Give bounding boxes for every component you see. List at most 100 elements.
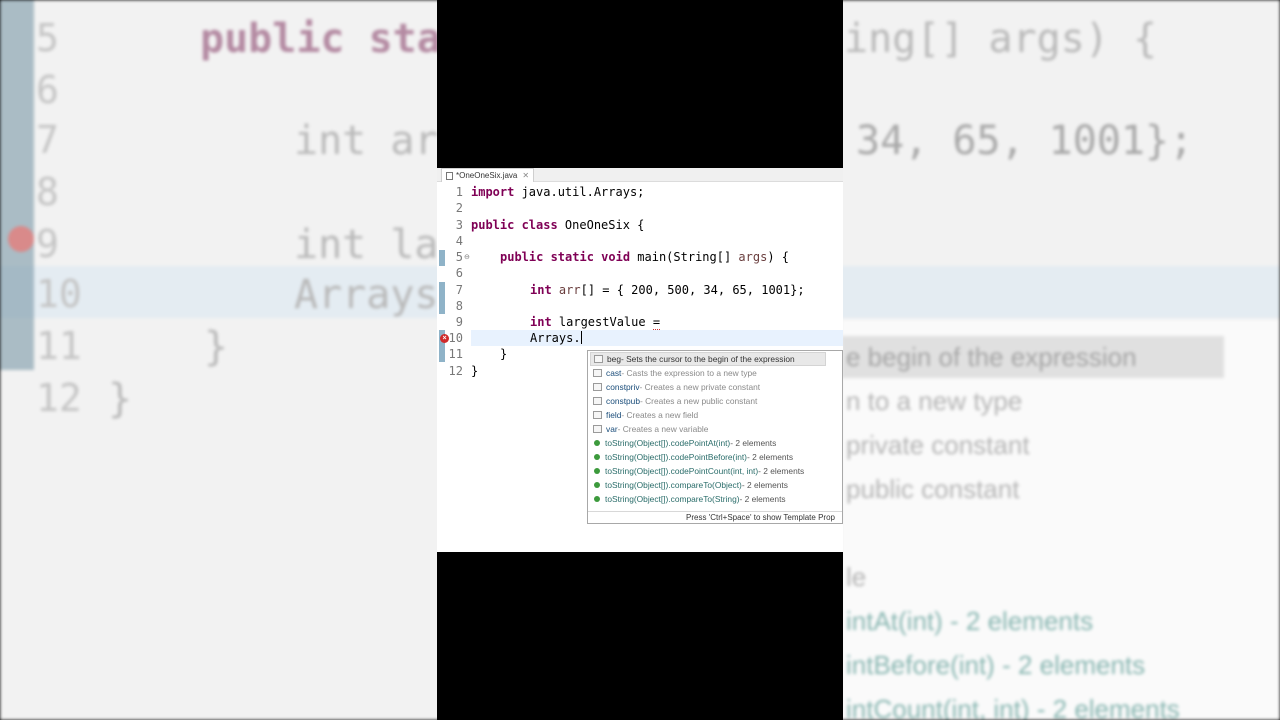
proposal-item[interactable]: toString(Object[]).codePointAt(int) - 2 … <box>590 436 826 450</box>
proposal-desc: - Casts the expression to a new type <box>621 368 757 378</box>
template-icon <box>593 411 602 419</box>
code-text: } <box>500 347 508 361</box>
method-icon <box>594 440 600 446</box>
current-line-highlight <box>471 330 843 346</box>
bg-code-text: } <box>204 324 229 370</box>
keyword: int <box>530 315 552 329</box>
close-icon[interactable]: ✕ <box>522 171 529 180</box>
keyword: public class <box>471 218 558 232</box>
code-text: main(String[] <box>630 250 739 264</box>
proposal-item[interactable]: toString(Object[]).codePointBefore(int) … <box>590 450 826 464</box>
bg-line-number: 5 <box>36 16 59 60</box>
bg-code-text: Arrays <box>294 272 439 318</box>
proposal-desc: - 2 elements <box>739 494 786 504</box>
java-file-icon <box>446 171 453 180</box>
proposal-desc: - Creates a new public constant <box>640 396 758 406</box>
proposal-item[interactable]: constpub - Creates a new public constant <box>590 394 826 408</box>
proposal-item[interactable]: toString(Object[]).compareTo(String) - 2… <box>590 492 826 506</box>
template-icon <box>594 355 603 363</box>
code-line-11[interactable]: } <box>500 346 507 362</box>
code-text: Arrays. <box>530 331 581 345</box>
letterbox-bottom <box>437 552 843 720</box>
editor-tab[interactable]: *OneOneSix.java ✕ <box>441 168 535 182</box>
change-marker <box>439 282 445 314</box>
code-line-9[interactable]: int largestValue = <box>530 314 661 330</box>
method-icon <box>594 468 600 474</box>
method-icon <box>594 454 600 460</box>
proposal-name: toString(Object[]).codePointAt(int) <box>605 438 731 448</box>
proposal-desc: - Creates a new field <box>621 410 699 420</box>
proposal-name: field <box>606 410 622 420</box>
method-icon <box>594 482 600 488</box>
proposal-name: beg <box>607 354 621 364</box>
template-icon <box>593 383 602 391</box>
code-line-5[interactable]: public static void main(String[] args) { <box>500 249 789 265</box>
bg-popup-text: intBefore(int) - 2 elements <box>846 650 1146 680</box>
bg-code-text: ing[] args) { <box>844 16 1158 62</box>
fold-icon[interactable]: ⊖ <box>464 253 470 261</box>
bg-code-text: } <box>108 376 133 422</box>
line-number: 5 <box>455 250 463 264</box>
proposal-name: constpub <box>606 396 640 406</box>
change-marker <box>439 250 445 266</box>
tab-title: *OneOneSix.java <box>456 171 518 180</box>
proposal-item[interactable]: constpriv - Creates a new private consta… <box>590 380 826 394</box>
line-number: 2 <box>455 201 463 215</box>
code-text: ) { <box>767 250 790 264</box>
code-text: OneOneSix { <box>557 218 645 232</box>
line-number: 7 <box>455 283 463 297</box>
bg-code-text: 34, 65, 1001}; <box>856 118 1194 164</box>
bg-popup-text: n to a new type <box>846 386 1023 416</box>
proposal-name: toString(Object[]).compareTo(Object) <box>605 480 742 490</box>
code-line-12[interactable]: } <box>471 363 478 379</box>
proposal-name: toString(Object[]).codePointCount(int, i… <box>605 466 759 476</box>
bg-popup-text: intAt(int) - 2 elements <box>846 606 1094 636</box>
bg-popup-text: private constant <box>846 430 1030 460</box>
bg-error-icon <box>8 226 34 252</box>
code-text: largestValue <box>551 315 653 329</box>
proposal-desc: - 2 elements <box>741 480 788 490</box>
proposal-desc: - 2 elements <box>758 466 805 476</box>
bg-change-bar <box>0 0 34 370</box>
line-number: 1 <box>455 185 463 199</box>
bg-code-text: int ar <box>294 118 439 164</box>
code-text: java.util.Arrays; <box>514 185 645 199</box>
popup-footer-hint: Press 'Ctrl+Space' to show Template Prop <box>588 511 842 523</box>
proposal-item[interactable]: var - Creates a new variable <box>590 422 826 436</box>
proposal-name: cast <box>606 368 622 378</box>
bg-line-number: 12 <box>36 376 82 420</box>
line-number: 4 <box>455 234 463 248</box>
bg-line-number: 6 <box>36 68 59 112</box>
bg-line-number: 7 <box>36 118 59 162</box>
line-number: 9 <box>455 315 463 329</box>
bg-line-number: 9 <box>36 222 59 266</box>
line-number: 6 <box>455 266 463 280</box>
proposal-item[interactable]: beg - Sets the cursor to the begin of th… <box>590 352 826 366</box>
code-line-7[interactable]: int arr[] = { 200, 500, 34, 65, 1001}; <box>530 282 805 298</box>
error-underline: = <box>652 315 661 330</box>
bg-popup-text: intCount(int, int) - 2 elements <box>846 694 1180 720</box>
proposal-item[interactable]: cast - Casts the expression to a new typ… <box>590 366 826 380</box>
content-assist-popup: beg - Sets the cursor to the begin of th… <box>587 350 843 524</box>
line-number-ruler: × 1 2 3 4 5 ⊖ 6 7 8 9 10 11 12 <box>437 184 470 552</box>
code-line-3[interactable]: public class OneOneSix { <box>471 217 644 233</box>
keyword: public static void <box>500 250 631 264</box>
code-text: } <box>471 364 479 378</box>
variable: arr <box>558 283 581 297</box>
line-number: 8 <box>455 299 463 313</box>
proposal-item[interactable]: toString(Object[]).codePointCount(int, i… <box>590 464 826 478</box>
bg-popup-text: e begin of the expression <box>846 342 1137 372</box>
proposal-item[interactable]: toString(Object[]).compareTo(Object) - 2… <box>590 478 826 492</box>
line-number: 3 <box>455 218 463 232</box>
code-line-1[interactable]: import java.util.Arrays; <box>471 184 644 200</box>
line-number: 12 <box>448 364 463 378</box>
proposal-desc: - Creates a new private constant <box>639 382 761 392</box>
template-icon <box>593 397 602 405</box>
proposal-item[interactable]: field - Creates a new field <box>590 408 826 422</box>
parameter: args <box>738 250 768 264</box>
bg-line-number: 8 <box>36 170 59 214</box>
keyword: int <box>530 283 552 297</box>
code-line-10[interactable]: Arrays. <box>530 330 582 346</box>
bg-popup-text: le <box>846 562 867 592</box>
proposal-name: toString(Object[]).codePointBefore(int) <box>605 452 747 462</box>
